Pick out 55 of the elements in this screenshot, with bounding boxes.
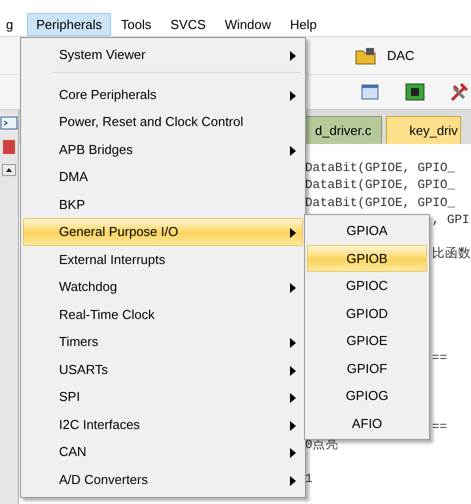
submenu-arrow-icon (290, 51, 296, 61)
menu-item[interactable]: BKP (23, 190, 303, 218)
menu-bar-item[interactable]: Window (216, 12, 280, 36)
tools-icon[interactable] (449, 82, 471, 102)
chip-icon[interactable] (405, 83, 426, 101)
menu-bar-item[interactable]: Help (281, 12, 326, 36)
menu-item[interactable]: DMA (23, 163, 303, 190)
menu-item[interactable]: General Purpose I/O (23, 218, 303, 246)
menu-item[interactable]: GPIOF (307, 354, 427, 382)
toolbar-label[interactable]: DAC (387, 48, 414, 63)
menu-bar-item[interactable]: Tools (112, 12, 160, 36)
menu-bar-item[interactable]: g (0, 12, 22, 36)
code-line: 比函数 (432, 247, 471, 262)
menu-item[interactable]: Real-Time Clock (23, 300, 303, 328)
menu-item[interactable]: I2C Interfaces (23, 410, 303, 438)
submenu-arrow-icon (290, 393, 296, 403)
folder-icon[interactable] (355, 46, 377, 64)
menu-item[interactable]: USARTs (23, 356, 303, 383)
menu-item[interactable]: GPIOB (307, 244, 427, 272)
code-line: , GPI (432, 212, 470, 227)
code-line: == (432, 420, 448, 434)
menu-item[interactable]: Timers (23, 328, 303, 356)
menu-bar-item[interactable]: Peripherals (27, 12, 111, 36)
code-line: 1 (305, 472, 313, 486)
menu-item[interactable]: Core Peripherals (23, 80, 303, 108)
menu-item[interactable]: SPI (23, 383, 303, 410)
menu-item[interactable]: GPIOD (307, 300, 427, 327)
submenu-arrow-icon (290, 420, 296, 430)
menu-item[interactable]: AFIO (307, 410, 427, 437)
code-line: == (432, 351, 448, 366)
submenu-arrow-icon (290, 366, 296, 376)
menu-item[interactable]: GPIOC (307, 272, 427, 300)
submenu-arrow-icon (290, 90, 296, 100)
menu-bar-item[interactable]: SVCS (161, 12, 215, 36)
menu-item[interactable]: A/D Converters (23, 466, 303, 493)
submenu-arrow-icon (290, 228, 296, 238)
scroll-up-icon[interactable] (2, 164, 16, 176)
submenu-arrow-icon (290, 146, 296, 156)
menu-item[interactable]: GPIOA (307, 217, 427, 244)
submenu-arrow-icon (290, 476, 296, 486)
menu-item[interactable]: CAN (23, 438, 303, 466)
submenu-arrow-icon (290, 338, 296, 348)
submenu-arrow-icon (290, 283, 296, 293)
menu-item[interactable]: GPIOE (307, 327, 427, 354)
code-line: DataBit(GPIOE, GPIO_ (305, 178, 456, 192)
menu-item[interactable]: Watchdog (23, 273, 303, 300)
file-tab[interactable]: key_driv (386, 116, 461, 144)
menu-item[interactable]: GPIOG (307, 382, 427, 410)
menu-item[interactable]: System Viewer (23, 41, 303, 68)
console-icon[interactable] (0, 116, 18, 130)
code-line: DataBit(GPIOE, GPIO_ (305, 196, 456, 210)
menu-item[interactable]: External Interrupts (23, 246, 303, 273)
window-icon[interactable] (361, 83, 382, 101)
submenu-arrow-icon (290, 448, 296, 458)
code-line: DataBit(GPIOE, GPIO_ (305, 161, 456, 175)
